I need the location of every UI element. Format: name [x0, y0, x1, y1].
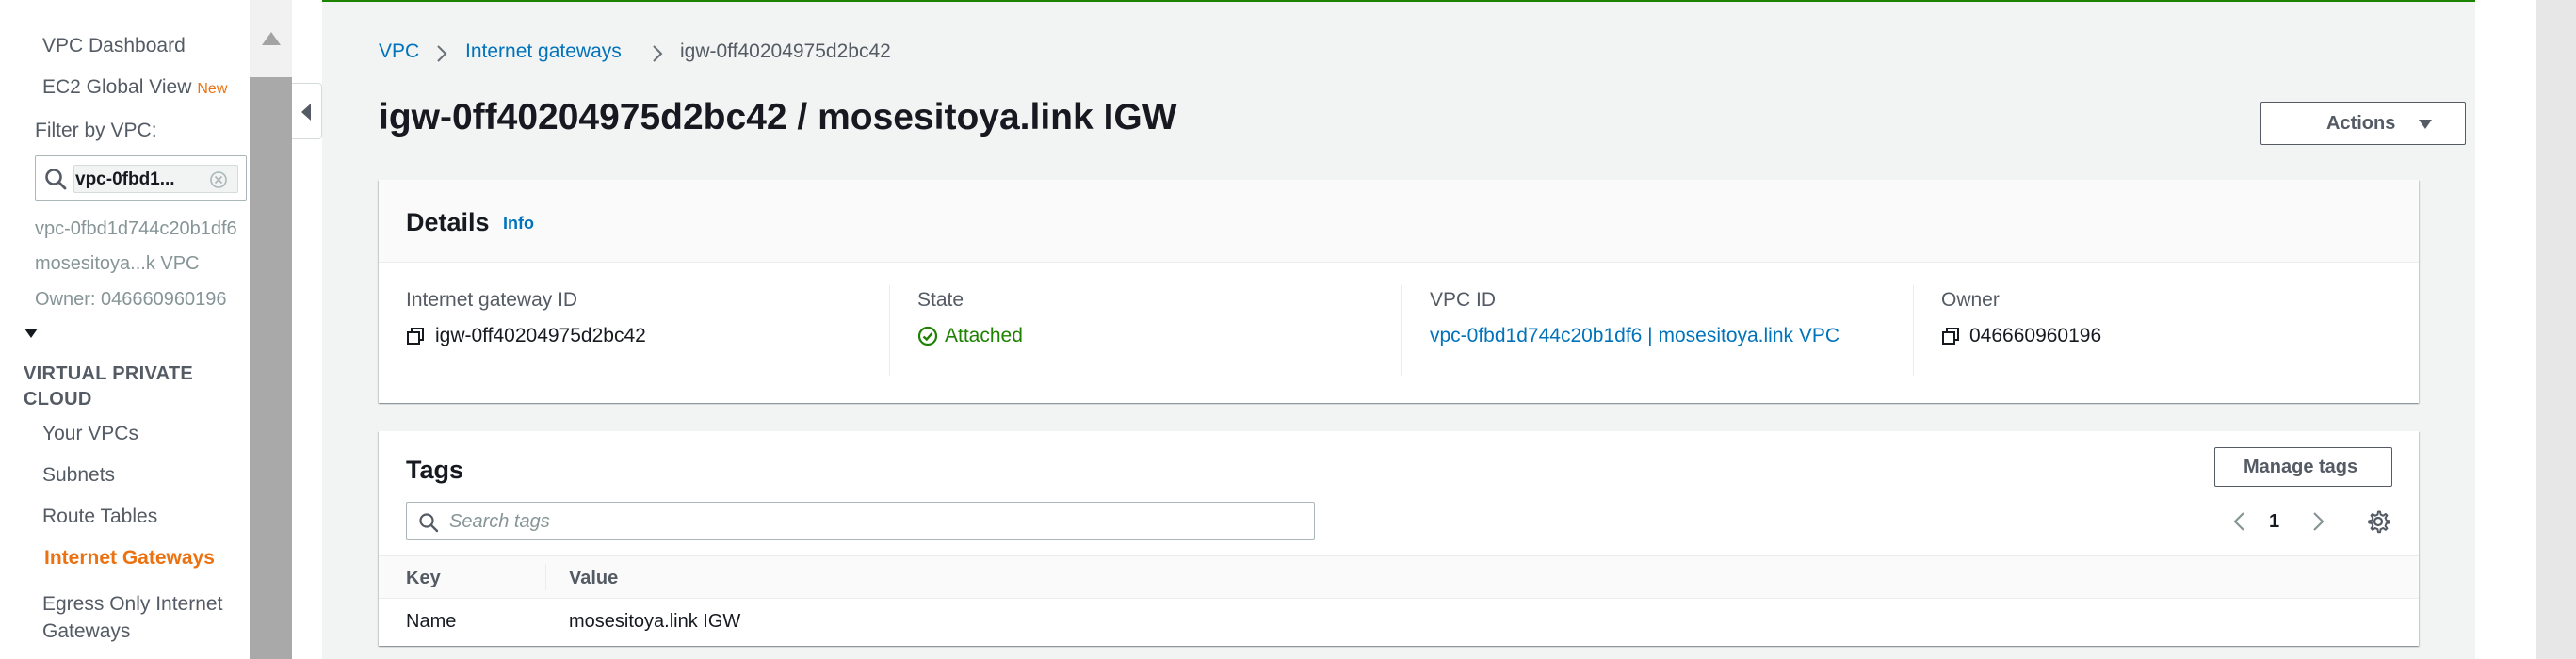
- clear-icon[interactable]: [209, 170, 228, 189]
- copy-icon[interactable]: [406, 327, 425, 346]
- actions-button[interactable]: Actions: [2260, 102, 2466, 145]
- sidebar-item-subnets[interactable]: Subnets: [42, 464, 115, 487]
- selected-vpc-owner: Owner: 046660960196: [35, 289, 227, 310]
- actions-label: Actions: [2326, 113, 2396, 134]
- sidebar-item-route-tables[interactable]: Route Tables: [42, 506, 157, 528]
- caret-down-icon[interactable]: [24, 328, 39, 339]
- field-label: VPC ID: [1430, 289, 1497, 311]
- right-gutter: [2475, 0, 2536, 659]
- caret-down-icon: [2419, 120, 2432, 129]
- column-divider: [1401, 285, 1402, 376]
- chevron-right-icon: [437, 45, 447, 62]
- sidebar-item-label: Your VPCs: [42, 423, 138, 444]
- gear-icon[interactable]: [2366, 509, 2390, 534]
- sidebar-item-label: Egress Only Internet Gateways: [42, 593, 223, 642]
- breadcrumb-link-internet-gateways[interactable]: Internet gateways: [465, 40, 622, 63]
- details-panel: Details Info Internet gateway ID igw-0ff…: [379, 180, 2419, 403]
- new-badge: New: [197, 81, 228, 97]
- sidebar-item-your-vpcs[interactable]: Your VPCs: [42, 423, 138, 445]
- vpc-id-link[interactable]: vpc-0fbd1d744c20b1df6 | mosesitoya.link …: [1430, 325, 1839, 347]
- vpc-filter-select[interactable]: vpc-0fbd1...: [35, 155, 247, 201]
- info-link[interactable]: Info: [503, 214, 534, 233]
- field-label: Internet gateway ID: [406, 289, 578, 311]
- tags-panel: Tags Manage tags 1 Key Value N: [379, 431, 2419, 646]
- details-header: Details Info: [379, 180, 2419, 263]
- check-circle-icon: [917, 326, 938, 346]
- scroll-up-icon[interactable]: [261, 31, 282, 46]
- details-title: Details: [406, 208, 490, 236]
- field-label: State: [917, 289, 964, 311]
- tag-key-cell: Name: [406, 611, 457, 632]
- search-icon: [45, 169, 67, 190]
- sidebar-item-label: Subnets: [42, 464, 116, 486]
- selected-vpc-id: vpc-0fbd1d744c20b1df6: [35, 218, 237, 239]
- sidebar-item-label: Internet Gateways: [44, 547, 215, 569]
- search-icon: [419, 513, 439, 533]
- chevron-right-icon: [653, 45, 663, 62]
- tag-value-cell: mosesitoya.link IGW: [569, 611, 741, 632]
- column-divider: [545, 564, 546, 590]
- sidebar-item-ec2-global-view[interactable]: EC2 Global View New: [42, 76, 227, 99]
- sidebar-item-label: EC2 Global View: [42, 76, 192, 98]
- main-content: VPC Internet gateways igw-0ff40204975d2b…: [322, 0, 2475, 659]
- manage-tags-label: Manage tags: [2244, 457, 2358, 477]
- column-header-value[interactable]: Value: [569, 568, 618, 589]
- sidebar-item-egress-only-internet-gateways[interactable]: Egress Only Internet Gateways: [42, 590, 245, 645]
- field-value: 046660960196: [1969, 325, 2102, 346]
- sidebar-item-label: Route Tables: [42, 506, 158, 527]
- column-divider: [1913, 285, 1914, 376]
- sidebar-item-label: VPC Dashboard: [42, 35, 186, 56]
- collapse-sidebar-button[interactable]: [292, 83, 322, 139]
- table-row: Name mosesitoya.link IGW: [379, 599, 2419, 646]
- window-edge: [2536, 0, 2576, 659]
- section-title-virtual-private-cloud: VIRTUAL PRIVATE CLOUD: [24, 363, 194, 410]
- copy-icon[interactable]: [1941, 327, 1960, 346]
- caret-left-icon: [301, 104, 311, 121]
- sidebar: VPC Dashboard EC2 Global View New Filter …: [0, 0, 250, 659]
- sidebar-scrollbar[interactable]: [250, 0, 292, 659]
- vpc-filter-token-label: vpc-0fbd1...: [75, 169, 175, 189]
- tags-table-header: Key Value: [379, 555, 2419, 599]
- selected-vpc-name: mosesitoya...k VPC: [35, 253, 200, 274]
- tag-search-input[interactable]: [449, 508, 1297, 535]
- chevron-left-icon[interactable]: [2230, 510, 2249, 533]
- field-value: igw-0ff40204975d2bc42: [435, 325, 646, 346]
- page-number[interactable]: 1: [2269, 511, 2279, 533]
- column-header-key[interactable]: Key: [406, 568, 441, 589]
- chevron-right-icon[interactable]: [2309, 510, 2327, 533]
- filter-by-vpc-label: Filter by VPC:: [35, 120, 157, 141]
- column-divider: [889, 285, 890, 376]
- breadcrumb-link-vpc[interactable]: VPC: [379, 40, 419, 63]
- sidebar-item-vpc-dashboard[interactable]: VPC Dashboard: [42, 35, 186, 57]
- tags-title: Tags: [406, 456, 464, 484]
- page-title: igw-0ff40204975d2bc42 / mosesitoya.link …: [379, 97, 1177, 137]
- manage-tags-button[interactable]: Manage tags: [2214, 447, 2392, 487]
- tag-search-field[interactable]: [406, 502, 1315, 540]
- field-label: Owner: [1941, 289, 2000, 311]
- breadcrumb-current: igw-0ff40204975d2bc42: [680, 40, 891, 62]
- sidebar-item-internet-gateways[interactable]: Internet Gateways: [44, 547, 215, 570]
- state-value: Attached: [945, 325, 1023, 346]
